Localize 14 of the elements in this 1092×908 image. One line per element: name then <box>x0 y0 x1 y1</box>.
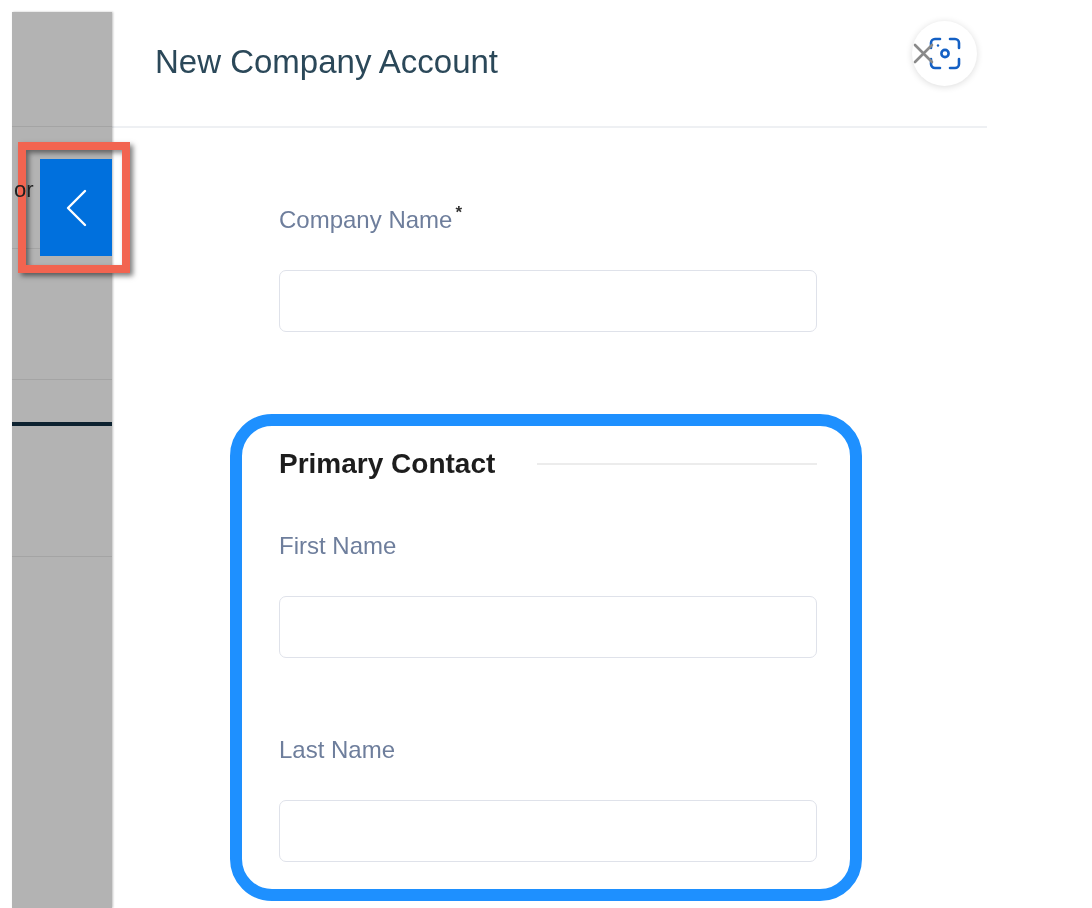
input-field[interactable] <box>279 596 817 658</box>
field-label: Last Name <box>279 736 396 764</box>
close-icon[interactable] <box>913 43 934 64</box>
field-label: First Name <box>279 532 397 560</box>
input-field[interactable] <box>279 800 817 862</box>
input-field[interactable] <box>279 270 817 332</box>
field-label: Company Name$^{*}$ <box>279 206 463 234</box>
section-title: Primary Contact <box>279 447 496 481</box>
scan-button[interactable] <box>912 21 977 86</box>
scan-icon <box>928 37 961 70</box>
collapse-button[interactable] <box>40 159 112 256</box>
chevron-left-icon <box>65 188 87 227</box>
dialog-title: New Company Account <box>155 42 498 82</box>
sidebar-text: or <box>14 177 34 203</box>
